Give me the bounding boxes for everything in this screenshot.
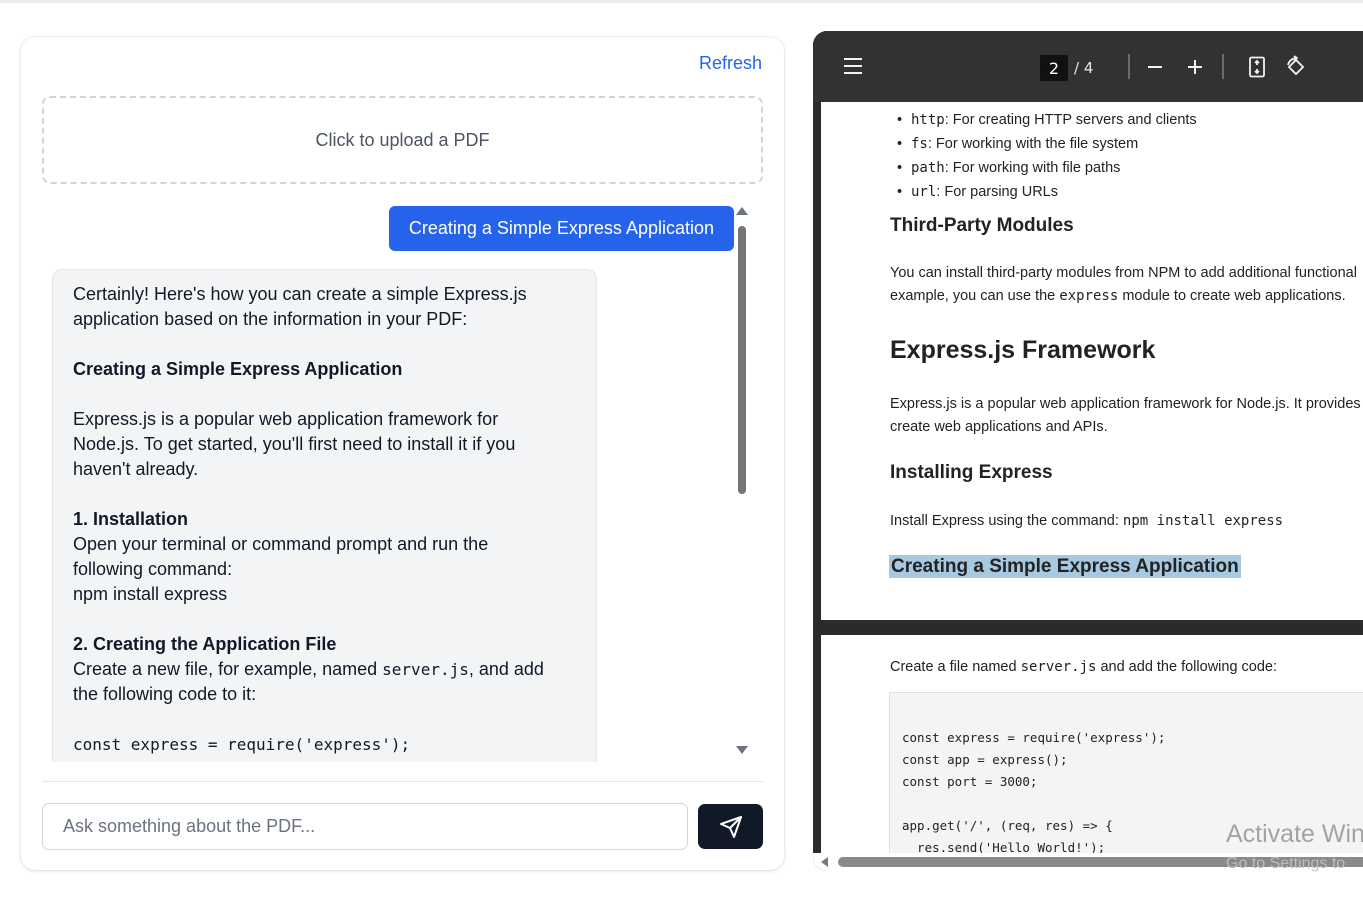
search-highlight: Creating a Simple Express Application [889,555,1241,578]
inline-code: fs [911,136,928,152]
top-border [0,0,1363,3]
fit-page-icon [1249,56,1265,78]
list-item: url: For parsing URLs [897,180,1197,204]
inline-code: server.js [1020,659,1097,675]
inline-code: url [911,184,937,200]
code-line: const app = express(); [902,752,1068,767]
pdf-text-part: Create a file named [890,659,1021,675]
scroll-left-arrow[interactable] [821,857,828,867]
rotate-icon [1287,55,1304,75]
module-list: http: For creating HTTP servers and clie… [897,108,1197,204]
pdf-text-part: and add the following code: [1096,659,1278,675]
pdf-heading-highlighted: Creating a Simple Express Application [889,555,1241,578]
inline-code: server.js [382,660,469,679]
refresh-button[interactable]: Refresh [699,53,762,74]
pdf-paragraph: You can install third-party modules from… [890,262,1357,308]
assistant-text: the following code to it: [73,684,257,704]
pdf-line: You can install third-party modules from… [890,265,1357,281]
list-item-text: : For working with file paths [944,160,1121,176]
pdf-line: create web applications and APIs. [890,419,1108,435]
chat-panel: Refresh Click to upload a PDF Creating a… [21,37,784,870]
menu-icon[interactable] [844,58,864,74]
inline-code: http [911,112,945,128]
pdf-paragraph: Install Express using the command: npm i… [890,510,1283,533]
pdf-heading: Third-Party Modules [890,215,1074,236]
pdf-heading: Express.js Framework [890,336,1156,364]
assistant-message: Certainly! Here's how you can create a s… [52,269,597,762]
assistant-text: Create a new file, for example, named se… [73,657,576,682]
scroll-up-arrow[interactable] [736,207,748,215]
assistant-text-part: Create a new file, for example, named [73,659,383,679]
assistant-text: Open your terminal or command prompt and… [73,534,489,554]
list-item: fs: For working with the file system [897,132,1197,156]
minus-icon [1148,66,1162,68]
inline-code: path [911,160,945,176]
zoom-out-button[interactable] [1143,55,1167,79]
assistant-text: Express.js is a popular web application … [73,409,499,429]
step-title: 1. Installation [73,509,189,529]
send-button[interactable] [698,804,763,849]
pdf-upload-dropzone[interactable]: Click to upload a PDF [42,96,763,184]
pdf-text-part: module to create web applications. [1118,288,1346,304]
step-title: 2. Creating the Application File [73,634,337,654]
page-number-input[interactable]: 2 [1040,55,1068,81]
toolbar-divider [1222,54,1224,79]
pdf-heading: Installing Express [890,462,1053,483]
divider [42,781,764,782]
toolbar-divider [1128,54,1130,79]
assistant-heading: Creating a Simple Express Application [73,359,403,379]
list-item-text: : For parsing URLs [936,184,1058,200]
scroll-down-arrow[interactable] [736,746,748,754]
activation-watermark-subtitle: Go to Settings to [1226,855,1346,872]
pdf-toolbar: 2 / 4 [813,31,1363,102]
assistant-command: npm install express [73,584,228,604]
list-item: path: For working with file paths [897,156,1197,180]
inline-code: express [1059,288,1119,304]
user-message: Creating a Simple Express Application [388,206,734,251]
message-list[interactable]: Creating a Simple Express Application Ce… [42,204,764,762]
fit-page-button[interactable] [1245,55,1269,79]
assistant-text: Certainly! Here's how you can create a s… [73,284,527,304]
list-item-text: : For creating HTTP servers and clients [944,112,1197,128]
code-line: const express = require('express'); [902,730,1166,745]
send-icon [719,815,742,838]
scrollbar-thumb[interactable] [738,226,746,494]
pdf-paragraph: Express.js is a popular web application … [890,393,1361,439]
inline-code: npm install express [1122,513,1284,529]
pdf-text-part: Install Express using the command: [890,513,1123,529]
pdf-line: example, you can use the express module … [890,285,1357,308]
assistant-text: haven't already. [73,459,199,479]
ask-input[interactable] [42,803,688,850]
assistant-text: following command: [73,559,233,579]
page-total: / 4 [1074,59,1094,77]
pdf-viewer: 2 / 4 http: For creating HTTP servers [813,31,1363,871]
pdf-line: Express.js is a popular web application … [890,396,1361,412]
assistant-text: Node.js. To get started, you'll first ne… [73,434,516,454]
list-item: http: For creating HTTP servers and clie… [897,108,1197,132]
rotate-button[interactable] [1284,55,1308,79]
plus-icon [1188,60,1202,74]
pdf-paragraph: Create a file named server.js and add th… [890,656,1277,679]
code-line: const port = 3000; [902,774,1038,789]
pdf-page: http: For creating HTTP servers and clie… [821,102,1363,620]
list-item-text: : For working with the file system [927,136,1139,152]
zoom-in-button[interactable] [1183,55,1207,79]
assistant-text-part: , and add [468,659,544,679]
upload-label: Click to upload a PDF [315,129,490,150]
code-line: const express = require('express'); [73,735,411,754]
pdf-text-part: example, you can use the [890,288,1060,304]
assistant-text: application based on the information in … [73,309,468,329]
activation-watermark: Activate Win [1226,820,1363,848]
